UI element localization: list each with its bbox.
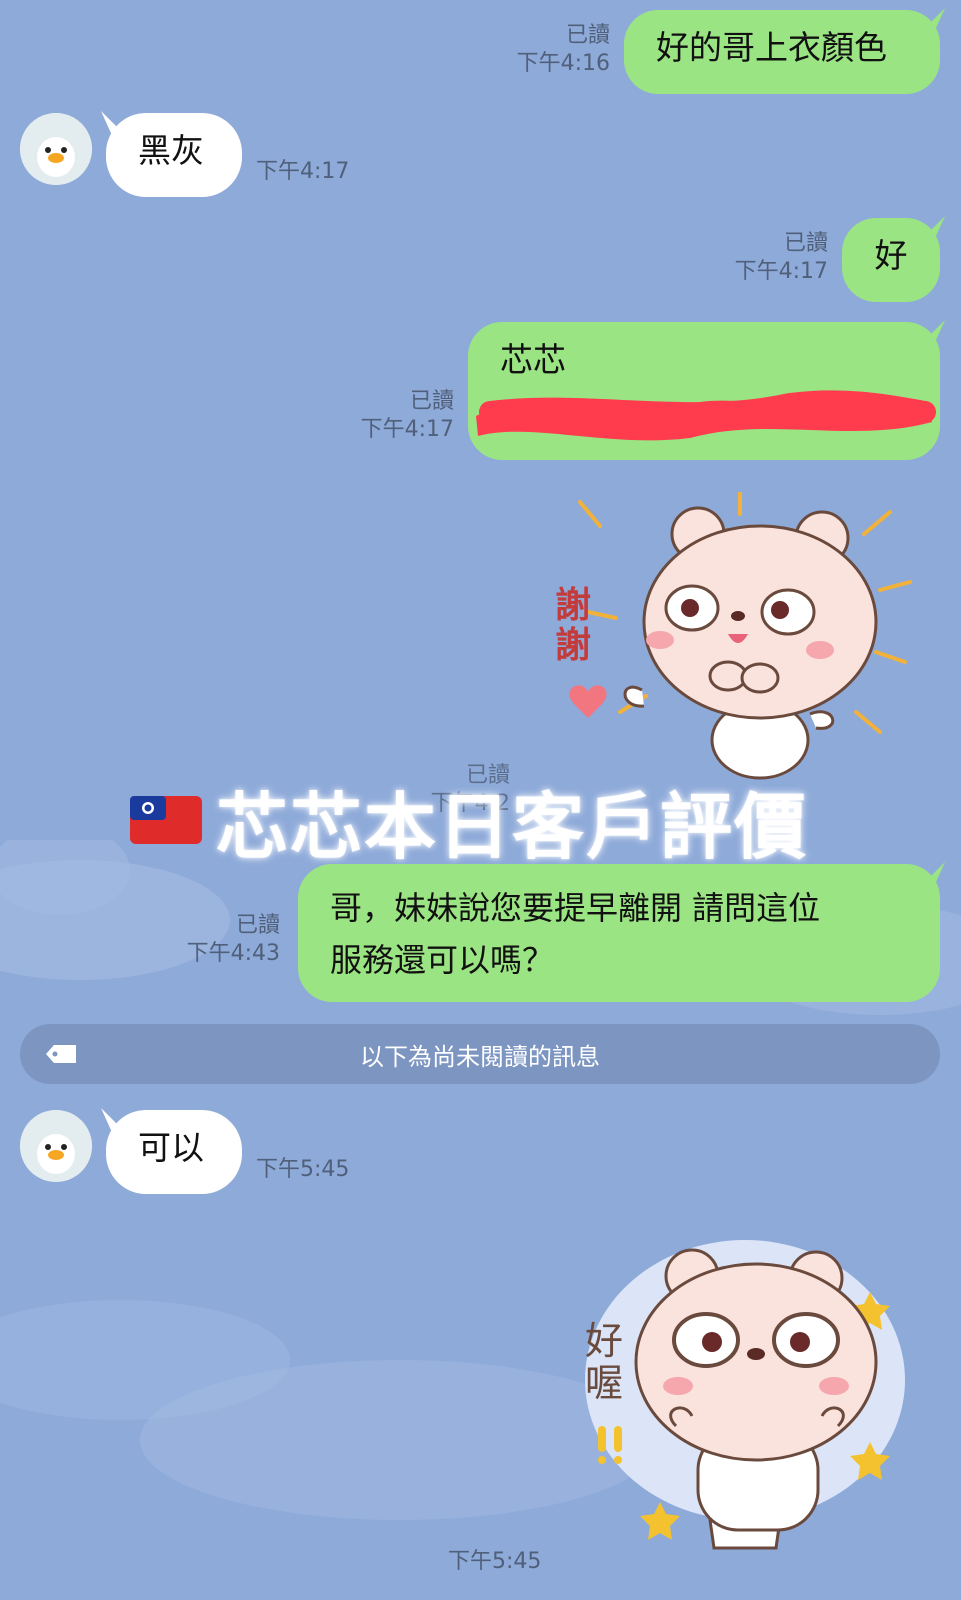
sticker-caption: 謝謝 [554, 585, 591, 666]
redaction-scribble [476, 390, 936, 441]
outgoing-message-bubble[interactable]: 好的哥上衣顏色 [624, 10, 940, 94]
unread-divider: 以下為尚未閱讀的訊息 [20, 1024, 940, 1084]
message-text: 可以 [138, 1128, 204, 1167]
unread-divider-label: 以下為尚未閱讀的訊息 [360, 1042, 600, 1071]
message-time: 下午5:45 [256, 1157, 350, 1182]
read-receipt: 已讀 [409, 389, 454, 414]
sticker-caption: 好喔 [584, 1319, 623, 1405]
overlay-banner: 芯芯本日客戶評價 [130, 772, 850, 869]
message-meta: 已讀 下午4:17 [690, 230, 828, 286]
read-receipt: 已讀 [783, 231, 828, 256]
message-time: 下午4:43 [186, 941, 280, 966]
penguin-avatar-icon[interactable] [20, 1110, 92, 1182]
message-text-line: 服務還可以嗎？ [330, 941, 555, 979]
message-text-line: 哥，妹妹說您要提早離開 請問這位 [330, 889, 821, 927]
message-meta: 已讀 下午4:43 [150, 912, 280, 968]
incoming-message-bubble[interactable]: 黑灰 [106, 113, 242, 197]
outgoing-message-bubble[interactable]: 芯芯 [468, 322, 940, 460]
message-time: 下午4:17 [256, 159, 350, 184]
message-text: 好 [874, 236, 908, 275]
message-text: 黑灰 [138, 131, 204, 170]
message-time: 下午4:17 [734, 259, 828, 284]
message-meta: 已讀 下午4:16 [470, 22, 610, 78]
message-meta: 已讀 下午4:17 [320, 388, 454, 444]
message-time: 下午4:16 [516, 51, 610, 76]
read-receipt: 已讀 [565, 23, 610, 48]
read-receipt: 已讀 [235, 913, 280, 938]
outgoing-message-bubble[interactable]: 哥，妹妹說您要提早離開 請問這位 服務還可以嗎？ [298, 864, 940, 1002]
message-time: 下午4:17 [360, 417, 454, 442]
incoming-message-bubble[interactable]: 可以 [106, 1110, 242, 1194]
outgoing-message-bubble[interactable]: 好 [842, 218, 940, 302]
message-text: 芯芯 [500, 340, 566, 379]
message-text: 好的哥上衣顏色 [656, 28, 887, 67]
message-time: 下午5:45 [448, 1549, 542, 1574]
penguin-avatar-icon[interactable] [20, 113, 92, 185]
tag-icon [46, 1045, 76, 1063]
chat-view: 已讀 下午4:16 好的哥上衣顏色 黑灰 下午4:17 已讀 下午4:17 好 … [0, 0, 961, 1600]
bear-thank-you-sticker[interactable] [560, 492, 920, 792]
taiwan-flag-icon [130, 796, 202, 844]
overlay-title: 芯芯本日客戶評價 [216, 784, 809, 869]
